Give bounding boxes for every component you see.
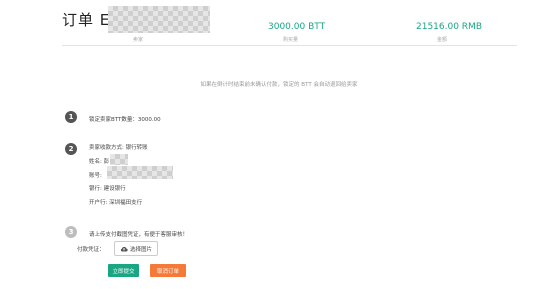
payment-method-text: 卖家收款方式: 银行转账: [89, 145, 148, 151]
select-image-label: 选择图片: [129, 246, 152, 253]
payment-proof-label: 付款凭证：: [77, 247, 105, 253]
step-1-badge: 1: [65, 111, 77, 123]
header-divider: [62, 45, 517, 46]
cloud-upload-icon: [120, 246, 128, 252]
locked-amount-text: 锁定卖家BTT数量：3000.00: [89, 117, 161, 123]
redacted-order-id: [108, 6, 210, 33]
redacted-name: [110, 154, 128, 165]
seller-label: 卖家: [133, 37, 144, 43]
total-price-label: 金额: [437, 37, 448, 43]
select-image-button[interactable]: 选择图片: [114, 241, 158, 256]
branch-text: 开户行: 深圳福田支行: [89, 200, 143, 206]
step-3-badge: 3: [65, 226, 77, 238]
upload-instruction-text: 请上传支付截图凭证，有便于客服审核！: [89, 232, 189, 238]
order-title: 订单 E: [62, 11, 111, 29]
step-2-badge: 2: [65, 143, 77, 155]
purchase-amount-value: 3000.00 BTT: [268, 22, 326, 32]
countdown-notice: 如果在倒计时结束前未确认付款，锁定的 BTT 会自动退回给卖家: [200, 82, 358, 88]
redacted-account-number: [107, 166, 173, 179]
purchase-amount-label: 购买量: [283, 37, 299, 43]
account-number-label: 账号:: [89, 173, 102, 179]
submit-button[interactable]: 立即提交: [108, 264, 139, 277]
bank-text: 银行: 建设银行: [89, 186, 126, 192]
payee-name-text: 姓名: 彭: [89, 159, 110, 165]
cancel-order-button[interactable]: 取消订单: [150, 264, 186, 277]
total-price-value: 21516.00 RMB: [416, 22, 482, 32]
